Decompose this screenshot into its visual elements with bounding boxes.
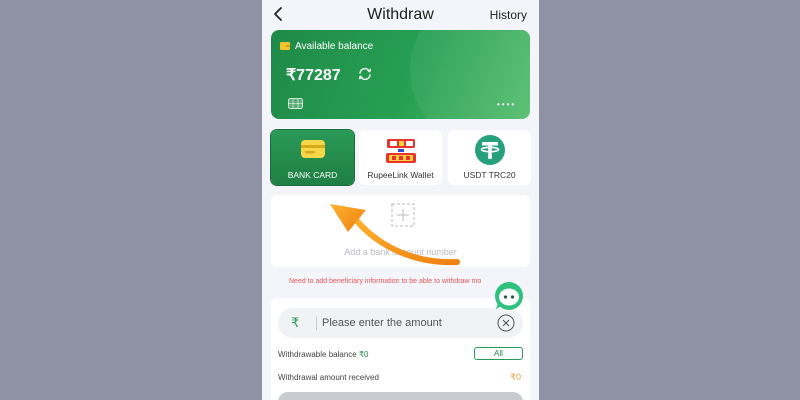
beneficiary-notice: Need to add beneficiary information to b… xyxy=(289,278,482,285)
amount-field: ₹ xyxy=(278,308,523,338)
add-bank-account-button[interactable]: Add a bank account number xyxy=(271,195,530,267)
withdrawable-label: Withdrawable balance xyxy=(278,350,359,359)
clear-icon[interactable] xyxy=(497,314,515,332)
all-button[interactable]: All xyxy=(474,347,523,360)
withdraw-screen: Withdraw History Available balance ₹7728… xyxy=(262,0,539,400)
history-link[interactable]: History xyxy=(490,8,527,22)
wallet-icon xyxy=(280,42,290,50)
refresh-icon[interactable] xyxy=(357,66,373,82)
card-chip-icon xyxy=(288,98,303,109)
method-usdt-trc20[interactable]: USDT TRC20 xyxy=(448,130,531,185)
balance-amount: ₹77287 xyxy=(286,67,341,84)
field-divider xyxy=(316,316,317,330)
method-label: USDT TRC20 xyxy=(463,170,516,180)
method-label: BANK CARD xyxy=(287,170,338,180)
withdrawable-value: ₹0 xyxy=(358,350,369,359)
balance-card: Available balance ₹77287 •••• xyxy=(271,30,530,119)
amount-input[interactable] xyxy=(322,313,482,333)
method-rupeelink-wallet[interactable]: RupeeLink Wallet xyxy=(359,130,442,185)
balance-label: Available balance xyxy=(295,41,374,52)
bank-card-icon xyxy=(300,140,325,158)
chatbot-icon[interactable] xyxy=(494,281,524,311)
withdrawable-balance-row: Withdrawable balance ₹0 xyxy=(278,350,368,359)
masked-card-dots: •••• xyxy=(497,100,517,109)
add-plus-icon xyxy=(391,203,415,227)
received-label: Withdrawal amount received xyxy=(278,373,379,382)
top-bar: Withdraw History xyxy=(262,0,539,30)
method-bank-card[interactable]: BANK CARD xyxy=(271,130,354,185)
currency-symbol: ₹ xyxy=(291,315,300,330)
usdt-icon xyxy=(474,135,505,165)
received-value: ₹0 xyxy=(510,372,521,382)
withdraw-submit-button[interactable] xyxy=(278,392,523,400)
amount-panel: ₹ Withdrawable balance ₹0 All Withdrawal… xyxy=(271,298,530,400)
rupeelink-logo xyxy=(385,139,416,163)
method-label: RupeeLink Wallet xyxy=(367,170,434,180)
add-account-text: Add a bank account number xyxy=(344,247,457,257)
